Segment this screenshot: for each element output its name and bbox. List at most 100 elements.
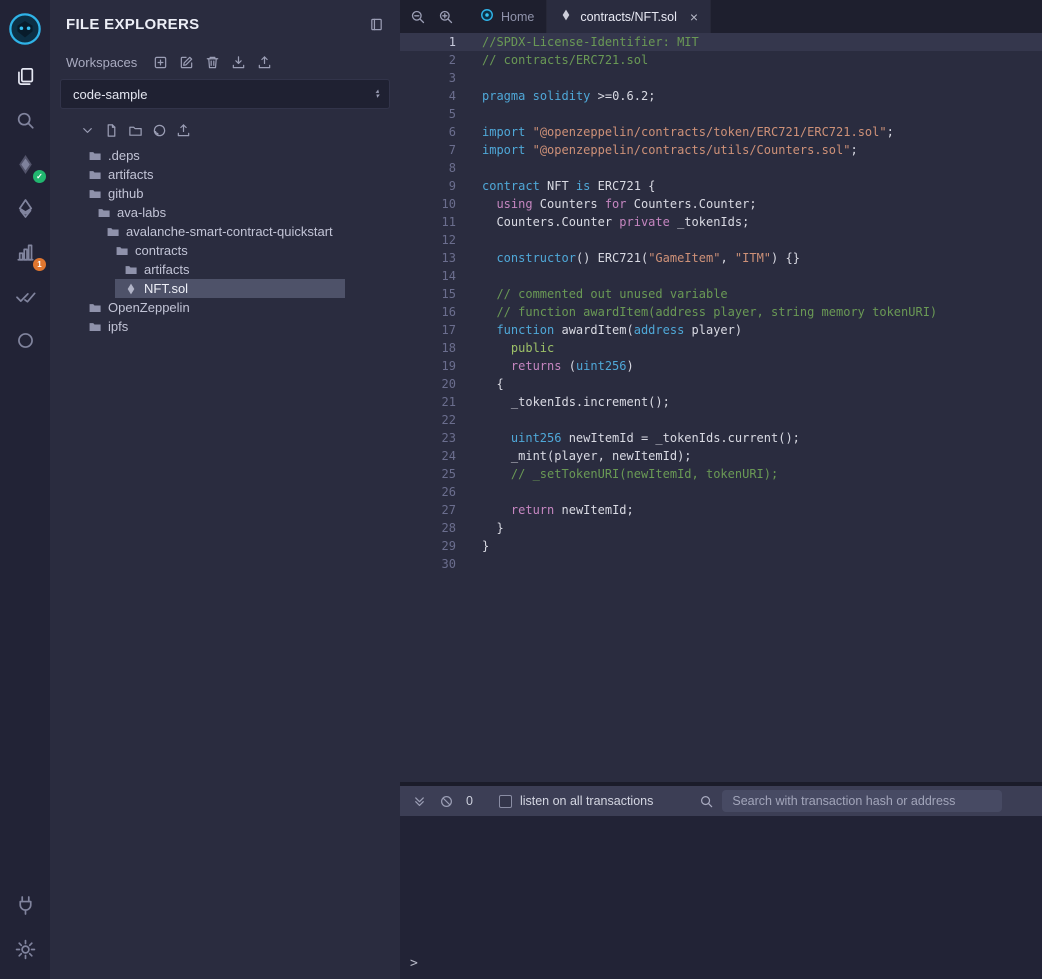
code-text: _tokenIds.increment();	[456, 393, 670, 411]
sidebar-unit-testing[interactable]	[0, 274, 50, 318]
tree-item-nft-sol[interactable]: NFT.sol	[115, 279, 345, 298]
code-line[interactable]: 19 returns (uint256)	[400, 357, 1042, 375]
tree-item-avalanche-smart-contract-quickstart[interactable]: avalanche-smart-contract-quickstart	[97, 222, 345, 241]
code-line[interactable]: 23 uint256 newItemId = _tokenIds.current…	[400, 429, 1042, 447]
code-line[interactable]: 27 return newItemId;	[400, 501, 1042, 519]
code-line[interactable]: 18 public	[400, 339, 1042, 357]
close-icon[interactable]: ×	[690, 9, 698, 25]
download-workspace-icon[interactable]	[231, 55, 246, 70]
terminal-search-input[interactable]	[722, 790, 1002, 812]
code-line[interactable]: 13 constructor() ERC721("GameItem", "ITM…	[400, 249, 1042, 267]
line-number: 1	[400, 33, 456, 51]
zoom-out-icon[interactable]	[410, 9, 426, 25]
code-line[interactable]: 7import "@openzeppelin/contracts/utils/C…	[400, 141, 1042, 159]
code-token	[525, 125, 532, 139]
tree-item-ipfs[interactable]: ipfs	[79, 317, 345, 336]
terminal-output[interactable]: >	[400, 816, 1042, 979]
code-line[interactable]: 25 // _setTokenURI(newItemId, tokenURI);	[400, 465, 1042, 483]
tab-home[interactable]: Home	[468, 0, 547, 33]
zoom-controls	[400, 0, 468, 33]
code-line[interactable]: 17 function awardItem(address player)	[400, 321, 1042, 339]
new-file-icon[interactable]	[104, 123, 119, 138]
code-token: >=0.6.2;	[590, 89, 655, 103]
tree-item-artifacts[interactable]: artifacts	[79, 165, 345, 184]
sidebar-settings[interactable]	[0, 927, 50, 971]
expand-terminal-icon[interactable]	[412, 794, 427, 809]
workspace-actions	[153, 55, 272, 70]
code-line[interactable]: 24 _mint(player, newItemId);	[400, 447, 1042, 465]
code-line[interactable]: 30	[400, 555, 1042, 573]
transaction-count: 0	[466, 794, 473, 808]
code-line[interactable]: 10 using Counters for Counters.Counter;	[400, 195, 1042, 213]
file-toolbar	[50, 123, 400, 138]
tree-item-contracts[interactable]: contracts	[106, 241, 345, 260]
code-token: ;	[850, 143, 857, 157]
sidebar-file-explorer[interactable]	[0, 54, 50, 98]
github-icon[interactable]	[152, 123, 167, 138]
sidebar-analytics[interactable]: 1	[0, 230, 50, 274]
code-line[interactable]: 4pragma solidity >=0.6.2;	[400, 87, 1042, 105]
zoom-in-icon[interactable]	[438, 9, 454, 25]
code-line[interactable]: 2// contracts/ERC721.sol	[400, 51, 1042, 69]
select-arrows-icon: ▴▾	[375, 89, 379, 100]
code-line[interactable]: 3	[400, 69, 1042, 87]
remix-logo[interactable]	[0, 4, 50, 54]
clear-console-icon[interactable]	[439, 794, 454, 809]
restore-workspace-icon[interactable]	[257, 55, 272, 70]
sidebar-circle-plugin[interactable]	[0, 318, 50, 362]
folder-icon	[79, 320, 102, 334]
line-number: 17	[400, 321, 456, 339]
code-line[interactable]: 28 }	[400, 519, 1042, 537]
tree-item-openzeppelin[interactable]: OpenZeppelin	[79, 298, 345, 317]
code-line[interactable]: 1//SPDX-License-Identifier: MIT	[400, 33, 1042, 51]
code-line[interactable]: 8	[400, 159, 1042, 177]
code-token: (	[561, 359, 575, 373]
new-folder-icon[interactable]	[128, 123, 143, 138]
code-text: constructor() ERC721("GameItem", "ITM") …	[456, 249, 800, 267]
panel-header: FILE EXPLORERS	[50, 0, 400, 33]
code-text	[456, 159, 482, 177]
code-line[interactable]: 6import "@openzeppelin/contracts/token/E…	[400, 123, 1042, 141]
code-line[interactable]: 21 _tokenIds.increment();	[400, 393, 1042, 411]
code-line[interactable]: 11 Counters.Counter private _tokenIds;	[400, 213, 1042, 231]
code-line[interactable]: 16 // function awardItem(address player,…	[400, 303, 1042, 321]
line-number: 2	[400, 51, 456, 69]
line-number: 21	[400, 393, 456, 411]
code-token: ,	[720, 251, 734, 265]
code-line[interactable]: 12	[400, 231, 1042, 249]
code-line[interactable]: 20 {	[400, 375, 1042, 393]
code-line[interactable]: 26	[400, 483, 1042, 501]
code-line[interactable]: 9contract NFT is ERC721 {	[400, 177, 1042, 195]
line-number: 8	[400, 159, 456, 177]
workspace-select[interactable]: code-sample ▴▾	[60, 79, 390, 109]
line-number: 29	[400, 537, 456, 555]
sidebar-search[interactable]	[0, 98, 50, 142]
listen-transactions-checkbox[interactable]	[499, 795, 512, 808]
rename-workspace-icon[interactable]	[179, 55, 194, 70]
code-token	[482, 197, 496, 211]
code-line[interactable]: 29}	[400, 537, 1042, 555]
code-text: // _setTokenURI(newItemId, tokenURI);	[456, 465, 778, 483]
code-text: pragma solidity >=0.6.2;	[456, 87, 655, 105]
tree-item--deps[interactable]: .deps	[79, 146, 345, 165]
create-workspace-icon[interactable]	[153, 55, 168, 70]
tree-item-github[interactable]: github	[79, 184, 345, 203]
code-line[interactable]: 22	[400, 411, 1042, 429]
code-editor[interactable]: 1//SPDX-License-Identifier: MIT2// contr…	[400, 33, 1042, 782]
sidebar-plugin-manager[interactable]	[0, 883, 50, 927]
code-line[interactable]: 15 // commented out unused variable	[400, 285, 1042, 303]
code-token: function	[496, 323, 554, 337]
tab-contracts-nft-sol[interactable]: contracts/NFT.sol×	[547, 0, 711, 33]
code-text: import "@openzeppelin/contracts/utils/Co…	[456, 141, 858, 159]
sidebar-deploy-run[interactable]	[0, 186, 50, 230]
tree-item-artifacts[interactable]: artifacts	[115, 260, 345, 279]
code-line[interactable]: 5	[400, 105, 1042, 123]
sidebar-solidity-compiler[interactable]: ✓	[0, 142, 50, 186]
collapse-chevron-icon[interactable]	[80, 123, 95, 138]
tree-item-ava-labs[interactable]: ava-labs	[88, 203, 345, 222]
panel-book-icon[interactable]	[369, 17, 384, 32]
delete-workspace-icon[interactable]	[205, 55, 220, 70]
code-line[interactable]: 14	[400, 267, 1042, 285]
upload-file-icon[interactable]	[176, 123, 191, 138]
tree-item-label: github	[108, 186, 143, 201]
